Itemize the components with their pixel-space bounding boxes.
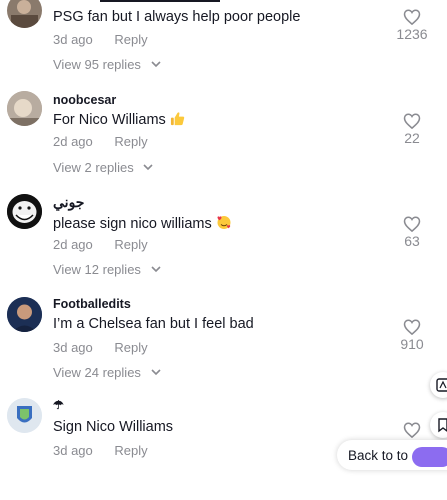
translate-icon [436,378,447,392]
like-count: 910 [400,336,424,352]
chevron-down-icon [150,266,161,273]
troll-face-icon [7,194,42,229]
comment-text: For Nico Williams [53,111,185,128]
comment-meta: 3d ago Reply [53,340,148,355]
avatar[interactable] [7,194,42,229]
heart-icon [403,422,421,438]
chevron-down-icon [150,369,161,376]
comment-item: PSG fan but I always help poor people 3d… [0,0,447,72]
comment-text: please sign nico williams [53,214,232,232]
note-icon [438,418,447,433]
view-replies-label: View 24 replies [53,365,141,380]
club-crest-icon [7,398,42,433]
smiling-face-with-hearts-icon [217,216,231,229]
comment-text-content: For Nico Williams [53,112,166,128]
view-replies-label: View 95 replies [53,57,141,72]
like-button[interactable]: 22 [387,113,437,146]
reply-button[interactable]: Reply [114,237,147,252]
avatar[interactable] [7,297,42,332]
comment-text: PSG fan but I always help poor people [53,9,301,25]
avatar[interactable] [7,91,42,126]
reply-button[interactable]: Reply [114,340,147,355]
comment-username[interactable]: ☂ [53,398,64,412]
view-replies-label: View 12 replies [53,262,141,277]
comment-time: 3d ago [53,340,93,355]
reply-button[interactable]: Reply [114,32,147,47]
like-count: 63 [404,233,420,249]
heart-icon [403,319,421,335]
comment-item: جوني please sign nico williams 2d ago Re… [0,191,447,294]
comment-time: 3d ago [53,32,93,47]
like-count: 1236 [396,26,428,42]
comment-username[interactable]: جوني [53,194,84,211]
view-replies-button[interactable]: View 95 replies [53,57,161,72]
heart-icon [403,9,421,25]
view-replies-button[interactable]: View 24 replies [53,365,161,380]
comment-meta: 2d ago Reply [53,237,148,252]
view-replies-button[interactable]: View 2 replies [53,160,153,175]
comment-username[interactable]: Footballedits [53,297,131,311]
comment-time: 2d ago [53,134,93,149]
comment-time: 2d ago [53,237,93,252]
avatar[interactable] [7,0,42,28]
view-replies-label: View 2 replies [53,160,134,175]
avatar[interactable] [7,398,42,433]
comment-text: I’m a Chelsea fan but I feel bad [53,316,254,332]
comment-text: Sign Nico Williams [53,419,174,435]
translate-button[interactable] [430,372,447,398]
heart-icon [403,216,421,232]
upload-button[interactable] [412,447,447,467]
comment-item: Footballedits I’m a Chelsea fan but I fe… [0,294,447,397]
chevron-down-icon [143,164,153,171]
notes-button[interactable] [430,412,447,438]
comment-meta: 3d ago Reply [53,32,148,47]
like-button[interactable]: 63 [387,216,437,249]
view-replies-button[interactable]: View 12 replies [53,262,161,277]
heart-icon [403,113,421,129]
chevron-down-icon [150,61,161,68]
like-count: 22 [404,130,420,146]
comment-text-content: please sign nico williams [53,216,212,232]
like-button[interactable]: 1236 [387,9,437,42]
comment-username[interactable]: noobcesar [53,93,116,107]
comment-item: noobcesar For Nico Williams 2d ago Reply… [0,88,447,191]
thumbs-up-icon [170,112,185,126]
reply-button[interactable]: Reply [114,134,147,149]
comment-meta: 2d ago Reply [53,134,148,149]
like-button[interactable]: 910 [387,319,437,352]
